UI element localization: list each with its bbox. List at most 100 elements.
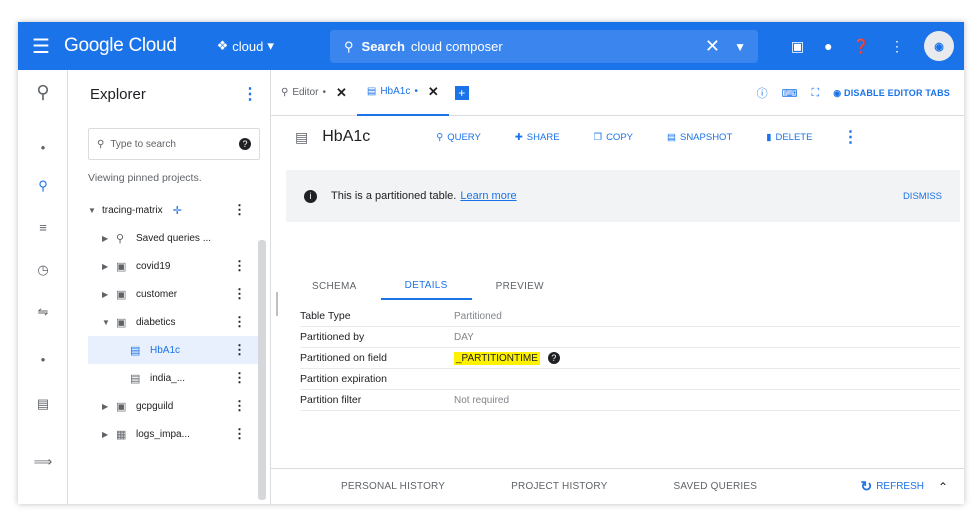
clear-icon[interactable]: ✕ bbox=[705, 36, 720, 57]
detail-value: DAY bbox=[454, 331, 474, 343]
dismiss-button[interactable]: DISMISS bbox=[903, 191, 942, 202]
help-icon[interactable]: ❓ bbox=[853, 38, 870, 55]
tab-personal-history[interactable]: PERSONAL HISTORY bbox=[341, 481, 445, 492]
project-picker[interactable]: ❖ cloud ▾ bbox=[217, 38, 274, 54]
refresh-button[interactable]: ↻ REFRESH bbox=[860, 478, 924, 495]
tree-label: logs_impa... bbox=[136, 428, 190, 440]
expand-icon[interactable]: ⟹ bbox=[18, 454, 68, 470]
help-icon[interactable]: ? bbox=[239, 138, 251, 150]
close-icon[interactable]: ✕ bbox=[336, 85, 347, 101]
add-person-icon: ✚ bbox=[514, 131, 523, 143]
dot-icon[interactable]: • bbox=[18, 352, 68, 367]
add-tab-icon[interactable]: + bbox=[454, 85, 469, 100]
query-button[interactable]: ⚲ QUERY bbox=[436, 132, 481, 143]
chevron-down-icon[interactable]: ▼ bbox=[734, 40, 746, 54]
action-label: DELETE bbox=[775, 131, 813, 143]
product-icon[interactable]: ⚲ bbox=[18, 82, 68, 103]
avatar[interactable]: ◉ bbox=[924, 31, 954, 61]
trash-icon: ▮ bbox=[766, 131, 772, 143]
more-vert-icon[interactable]: ⋮ bbox=[890, 38, 904, 55]
tab-details[interactable]: DETAILS bbox=[380, 272, 472, 300]
expand-icon[interactable]: ▼ bbox=[88, 206, 102, 215]
tree-item-dataset[interactable]: ▶ ▦ logs_impa... ⋮ bbox=[88, 420, 258, 448]
tab-editor[interactable]: ⚲ Editor • ✕ bbox=[271, 70, 357, 116]
expand-icon[interactable]: ▶ bbox=[102, 234, 116, 243]
search-icon[interactable]: ⚲ bbox=[18, 178, 68, 194]
cloud-shell-icon[interactable]: ▣ bbox=[791, 38, 804, 55]
learn-more-link[interactable]: Learn more bbox=[460, 190, 516, 202]
tab-label: Editor bbox=[292, 87, 319, 98]
tree-item-project[interactable]: ▼ tracing-matrix ✛ ⋮ bbox=[88, 196, 258, 224]
tab-tools: ⓘ ⌨ ⛶ ◉ DISABLE EDITOR TABS bbox=[757, 70, 950, 116]
tab-saved-queries[interactable]: SAVED QUERIES bbox=[674, 481, 758, 492]
detail-value: Partitioned bbox=[454, 310, 502, 322]
scrollbar[interactable] bbox=[258, 240, 266, 500]
snapshot-button[interactable]: ▤ SNAPSHOT bbox=[667, 132, 732, 143]
partition-notice: i This is a partitioned table. Learn mor… bbox=[286, 170, 960, 222]
tree-item-dataset[interactable]: ▶ ▣ gcpguild ⋮ bbox=[88, 392, 258, 420]
more-vert-icon[interactable]: ⋮ bbox=[233, 398, 246, 414]
more-vert-icon[interactable]: ⋮ bbox=[233, 370, 246, 386]
tree-item-table-selected[interactable]: ▤ HbA1c ⋮ bbox=[88, 336, 258, 364]
tab-label: HbA1c bbox=[380, 86, 411, 97]
expand-icon[interactable]: ▶ bbox=[102, 402, 116, 411]
editor-icon: ⚲ bbox=[281, 87, 289, 98]
saved-query-icon: ⚲ bbox=[116, 233, 125, 245]
tab-preview[interactable]: PREVIEW bbox=[472, 272, 568, 300]
disable-editor-tabs-button[interactable]: ◉ DISABLE EDITOR TABS bbox=[833, 88, 950, 99]
table-icon: ▤ bbox=[130, 345, 141, 357]
delete-button[interactable]: ▮ DELETE bbox=[766, 132, 812, 143]
refresh-icon: ↻ bbox=[860, 478, 873, 494]
close-icon[interactable]: ✕ bbox=[428, 84, 439, 100]
detail-value: Not required bbox=[454, 394, 510, 406]
pin-icon[interactable]: ✛ bbox=[173, 204, 182, 217]
history-icon[interactable]: ◷ bbox=[18, 262, 68, 278]
copy-button[interactable]: ❐ COPY bbox=[594, 132, 633, 143]
more-vert-icon[interactable]: ⋮ bbox=[233, 258, 246, 274]
fullscreen-icon[interactable]: ⛶ bbox=[812, 87, 820, 100]
panel-resize-handle[interactable] bbox=[276, 292, 278, 316]
tab-project-history[interactable]: PROJECT HISTORY bbox=[511, 481, 607, 492]
notifications-icon[interactable]: ● bbox=[824, 38, 832, 54]
tab-schema[interactable]: SCHEMA bbox=[288, 272, 381, 300]
project-icon: ❖ bbox=[216, 38, 229, 53]
more-vert-icon[interactable]: ⋮ bbox=[233, 426, 246, 442]
more-vert-icon[interactable]: ⋮ bbox=[842, 127, 858, 147]
tab-hba1c[interactable]: ▤ HbA1c • ✕ bbox=[356, 70, 449, 116]
tree-item-dataset[interactable]: ▼ ▣ diabetics ⋮ bbox=[88, 308, 258, 336]
top-icons: ▣ ● ❓ ⋮ ◉ bbox=[791, 22, 954, 70]
menu-icon[interactable]: ☰ bbox=[26, 34, 56, 59]
expand-icon[interactable]: ▶ bbox=[102, 430, 116, 439]
top-bar: ☰ Google Cloud ❖ cloud ▾ ⚲ Search cloud … bbox=[18, 22, 964, 70]
dataset-icon: ▣ bbox=[116, 401, 127, 413]
list-icon[interactable]: ≡ bbox=[18, 220, 68, 235]
tree-label: Saved queries ... bbox=[136, 232, 212, 244]
copy-icon: ❐ bbox=[593, 131, 603, 143]
more-vert-icon[interactable]: ⋮ bbox=[242, 84, 258, 104]
keyboard-icon[interactable]: ⌨ bbox=[782, 87, 798, 100]
explorer-search-input[interactable]: ⚲ Type to search ? bbox=[88, 128, 260, 160]
info-icon[interactable]: ⓘ bbox=[757, 85, 768, 101]
schedule-icon[interactable]: ▤ bbox=[18, 396, 68, 412]
search-label: Search bbox=[361, 39, 405, 54]
tree-item-dataset[interactable]: ▶ ▣ covid19 ⋮ bbox=[88, 252, 258, 280]
tree-item-table[interactable]: ▤ india_... ⋮ bbox=[88, 364, 258, 392]
tree-item-dataset[interactable]: ▶ ▣ customer ⋮ bbox=[88, 280, 258, 308]
tab-dot: • bbox=[322, 87, 326, 98]
more-vert-icon[interactable]: ⋮ bbox=[233, 202, 246, 218]
pin-icon[interactable]: • bbox=[18, 140, 68, 155]
share-button[interactable]: ✚ SHARE bbox=[515, 132, 560, 143]
search-icon: ⚲ bbox=[436, 131, 444, 143]
tree-item-saved-queries[interactable]: ▶ ⚲ Saved queries ... bbox=[88, 224, 258, 252]
collapse-icon[interactable]: ▼ bbox=[102, 318, 116, 327]
brand-logo[interactable]: Google Cloud bbox=[64, 35, 177, 57]
more-vert-icon[interactable]: ⋮ bbox=[233, 342, 246, 358]
search-input[interactable]: ⚲ Search cloud composer ✕ ▼ bbox=[330, 30, 758, 63]
help-icon[interactable]: ? bbox=[547, 352, 560, 364]
expand-icon[interactable]: ▶ bbox=[102, 290, 116, 299]
expand-icon[interactable]: ▶ bbox=[102, 262, 116, 271]
more-vert-icon[interactable]: ⋮ bbox=[233, 314, 246, 330]
chevron-up-icon[interactable]: ⌃ bbox=[938, 480, 948, 494]
transfer-icon[interactable]: ⇋ bbox=[18, 304, 68, 320]
more-vert-icon[interactable]: ⋮ bbox=[233, 286, 246, 302]
